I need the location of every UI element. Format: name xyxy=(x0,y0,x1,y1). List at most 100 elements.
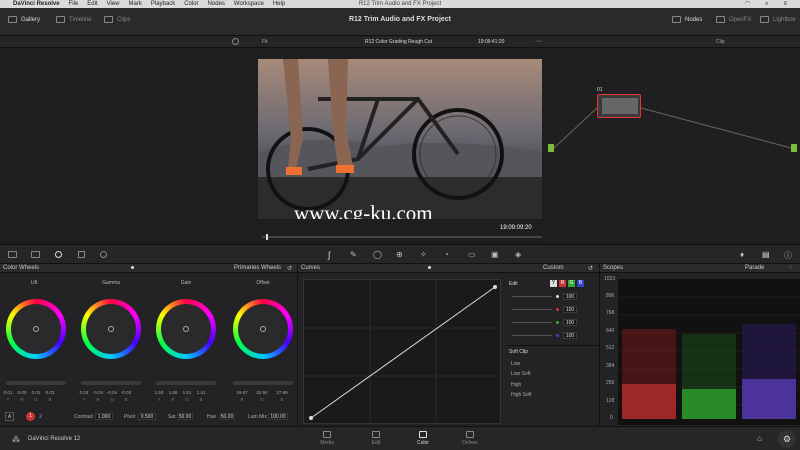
scopes-title: Scopes xyxy=(603,265,624,271)
node-connections xyxy=(553,107,792,149)
reset-icon[interactable]: ↺ xyxy=(287,265,292,272)
palette-toolbar: ∫ ✎ ◯ ⊕ ✧ ◔ ▭ ▣ ◈ ♦ ▤ ⓘ xyxy=(0,244,800,264)
scopes-icon[interactable]: ▤ xyxy=(762,250,770,259)
clip-dropdown[interactable]: Clip xyxy=(716,39,725,45)
page-1-button[interactable]: 1 xyxy=(26,412,35,421)
node-01[interactable] xyxy=(597,94,641,118)
lummix-field[interactable]: 100.00 xyxy=(268,413,288,420)
contrast-label: Contrast xyxy=(74,414,93,420)
pivot-field[interactable]: 0.500 xyxy=(138,413,156,420)
blur-icon[interactable]: ◔ xyxy=(444,250,449,259)
page-a-button[interactable]: A xyxy=(5,412,14,421)
qualifier-icon[interactable]: ✎ xyxy=(350,250,357,259)
page-edit[interactable]: Edit xyxy=(361,431,391,446)
home-icon[interactable]: ⌂ xyxy=(757,434,762,443)
search-icon[interactable]: ⌕ xyxy=(765,0,768,8)
scopes-header: Scopes Parade ◌ xyxy=(600,264,800,273)
offset-channel-labels: RGB xyxy=(240,397,284,402)
contrast-field[interactable]: 1.000 xyxy=(95,413,113,420)
parade-scope xyxy=(618,279,800,425)
motion-icon[interactable] xyxy=(100,251,107,258)
gain-wheel[interactable] xyxy=(156,299,216,359)
channel-y-button[interactable]: Y xyxy=(550,280,557,287)
hue-field[interactable]: 50.00 xyxy=(219,413,235,420)
playhead[interactable] xyxy=(266,234,268,240)
fit-dropdown[interactable]: Fit xyxy=(262,39,268,45)
scale-256: 256 xyxy=(606,380,615,386)
tab-openfx[interactable]: OpenFX xyxy=(716,16,751,23)
page-navigation-bar: ⁂ DaVinci Resolve 12 Media Edit Color De… xyxy=(0,426,800,450)
y-value[interactable]: 100 xyxy=(563,293,577,300)
mac-menu-bar: DaVinci Resolve File Edit View Mark Play… xyxy=(0,0,800,8)
scale-512: 512 xyxy=(606,345,615,351)
scopes-mode-dropdown[interactable]: Parade xyxy=(745,265,764,271)
tab-lightbox[interactable]: Lightbox xyxy=(760,16,796,23)
scopes-settings-icon[interactable]: ◌ xyxy=(789,265,793,271)
lift-channel-labels: YRGB xyxy=(6,397,52,402)
magic-mask-icon[interactable]: ✧ xyxy=(420,250,427,259)
curves-mode-dropdown[interactable]: Custom xyxy=(543,265,564,271)
parade-waveform xyxy=(618,296,800,419)
tab-nodes[interactable]: Nodes xyxy=(672,16,702,23)
3d-icon[interactable]: ◈ xyxy=(515,250,521,259)
color-wheels-panel: Color Wheels Primaries Wheels ↺ Lift 0.0… xyxy=(0,264,298,426)
gamma-master-slider[interactable] xyxy=(81,381,141,385)
color-wheels-header: Color Wheels Primaries Wheels ↺ xyxy=(0,264,297,273)
b-value[interactable]: 100 xyxy=(563,332,577,339)
viewer-overlay-timecode: 19:09:09:20 xyxy=(500,225,532,231)
sat-field[interactable]: 50.00 xyxy=(177,413,193,420)
offset-master-slider[interactable] xyxy=(233,381,293,385)
lift-label: Lift xyxy=(30,280,38,286)
lift-wheel[interactable] xyxy=(6,299,66,359)
viewer-image[interactable]: www.cg-ku.com 19:09:09:20 xyxy=(258,59,542,219)
gamma-wheel[interactable] xyxy=(81,299,141,359)
soft-high-label: High xyxy=(511,382,522,388)
page-deliver[interactable]: Deliver xyxy=(455,431,485,446)
hue-label: Hue xyxy=(207,414,217,420)
lift-values: 0.01 0.00 0.01 0.03 xyxy=(3,390,55,395)
g-value[interactable]: 100 xyxy=(563,319,577,326)
deliver-icon xyxy=(466,431,474,438)
curves-header: Curves Custom ↺ xyxy=(298,264,599,273)
search-icon[interactable] xyxy=(232,38,239,45)
r-value[interactable]: 100 xyxy=(563,306,577,313)
channel-b-button[interactable]: B xyxy=(577,280,584,287)
window-icon[interactable]: ◯ xyxy=(373,250,382,259)
watermark-text: www.cg-ku.com xyxy=(294,201,433,219)
channel-g-button[interactable]: G xyxy=(568,280,575,287)
node-editor[interactable]: 01 xyxy=(545,48,800,243)
tracker-icon[interactable]: ⊕ xyxy=(396,250,403,259)
wheels-mode-dropdown[interactable]: Primaries Wheels xyxy=(234,265,281,271)
edit-label: Edit xyxy=(509,281,518,287)
lightbox-icon xyxy=(760,16,769,23)
viewer-scrubber[interactable] xyxy=(262,236,542,238)
scale-384: 384 xyxy=(606,363,615,369)
viewer-toolbar: Fit R12 Color Grading Rough Cut 19:09:41… xyxy=(0,36,800,48)
sizing-icon[interactable]: ▣ xyxy=(491,250,499,259)
reset-icon[interactable]: ↺ xyxy=(588,265,593,272)
key-icon[interactable]: ▭ xyxy=(468,250,476,259)
list-icon[interactable]: ≡ xyxy=(783,0,787,8)
page-color[interactable]: Color xyxy=(408,431,438,446)
curves-icon[interactable]: ∫ xyxy=(328,250,330,260)
edit-row-b: 100 xyxy=(512,332,577,339)
image-icon[interactable] xyxy=(31,251,40,258)
info-icon[interactable]: ⓘ xyxy=(784,250,792,261)
channel-r-button[interactable]: R xyxy=(559,280,566,287)
wheel-icon[interactable] xyxy=(55,251,62,258)
hdr-icon[interactable] xyxy=(78,251,85,258)
offset-wheel[interactable] xyxy=(233,299,293,359)
gain-values: 1.53 1.66 1.51 1.41 xyxy=(154,390,206,395)
keyframes-icon[interactable]: ♦ xyxy=(740,250,744,259)
camera-icon[interactable] xyxy=(8,251,17,258)
more-icon[interactable]: ··· xyxy=(535,38,542,45)
wifi-icon[interactable]: ◠ xyxy=(745,0,750,8)
edit-icon xyxy=(372,431,380,438)
page-dot xyxy=(131,266,134,269)
page-2-button[interactable]: 2 xyxy=(39,414,42,420)
page-media[interactable]: Media xyxy=(312,431,342,446)
lift-master-slider[interactable] xyxy=(6,381,66,385)
curve-graph[interactable] xyxy=(303,279,502,425)
gain-master-slider[interactable] xyxy=(156,381,216,385)
gear-icon[interactable]: ⚙ xyxy=(778,430,796,448)
